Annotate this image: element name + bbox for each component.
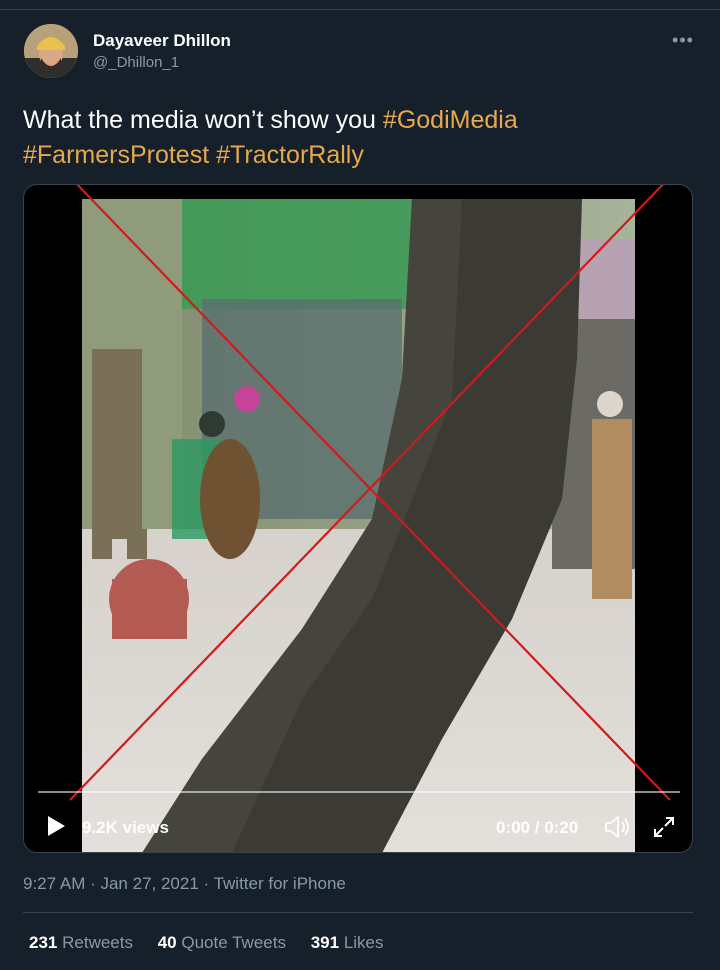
view-count: 9.2K views bbox=[82, 818, 169, 837]
quotes-count: 40 bbox=[157, 933, 177, 952]
retweets-label: Retweets bbox=[62, 933, 133, 952]
avatar[interactable] bbox=[24, 24, 78, 78]
hashtag-godimedia[interactable]: #GodiMedia bbox=[383, 106, 518, 134]
likes-label: Likes bbox=[343, 933, 384, 952]
tweet-timestamp[interactable]: 9:27 AM · Jan 27, 2021 · Twitter for iPh… bbox=[23, 874, 346, 894]
volume-icon[interactable] bbox=[604, 815, 632, 839]
user-handle[interactable]: @_Dhillon_1 bbox=[93, 54, 179, 71]
video-frame[interactable] bbox=[82, 199, 635, 852]
quotes-label: Quote Tweets bbox=[181, 933, 286, 952]
hashtag-tractorrally[interactable]: #TractorRally bbox=[216, 141, 364, 169]
divider bbox=[23, 912, 693, 913]
retweets-count: 231 bbox=[29, 933, 58, 952]
likes-stat[interactable]: 391 Likes bbox=[311, 933, 384, 952]
tweet-stats: 231 Retweets 40 Quote Tweets 391 Likes bbox=[29, 933, 404, 953]
video-time: 0:00 / 0:20 bbox=[496, 818, 579, 837]
progress-bar[interactable] bbox=[38, 791, 680, 793]
fullscreen-icon[interactable] bbox=[652, 815, 676, 839]
quotes-stat[interactable]: 40 Quote Tweets bbox=[158, 933, 286, 952]
display-name[interactable]: Dayaveer Dhillon bbox=[93, 31, 231, 51]
video-player[interactable]: 9.2K views 0:00 / 0:20 bbox=[23, 184, 693, 853]
more-icon[interactable]: ••• bbox=[672, 30, 694, 50]
likes-count: 391 bbox=[310, 933, 340, 952]
top-border bbox=[0, 0, 720, 10]
tweet-body: What the media won’t show you bbox=[23, 106, 376, 134]
retweets-stat[interactable]: 231 Retweets bbox=[29, 933, 133, 952]
tweet-text: What the media won’t show you #GodiMedia… bbox=[23, 103, 693, 173]
play-icon[interactable] bbox=[46, 815, 66, 837]
hashtag-farmersprotest[interactable]: #FarmersProtest bbox=[23, 141, 209, 169]
